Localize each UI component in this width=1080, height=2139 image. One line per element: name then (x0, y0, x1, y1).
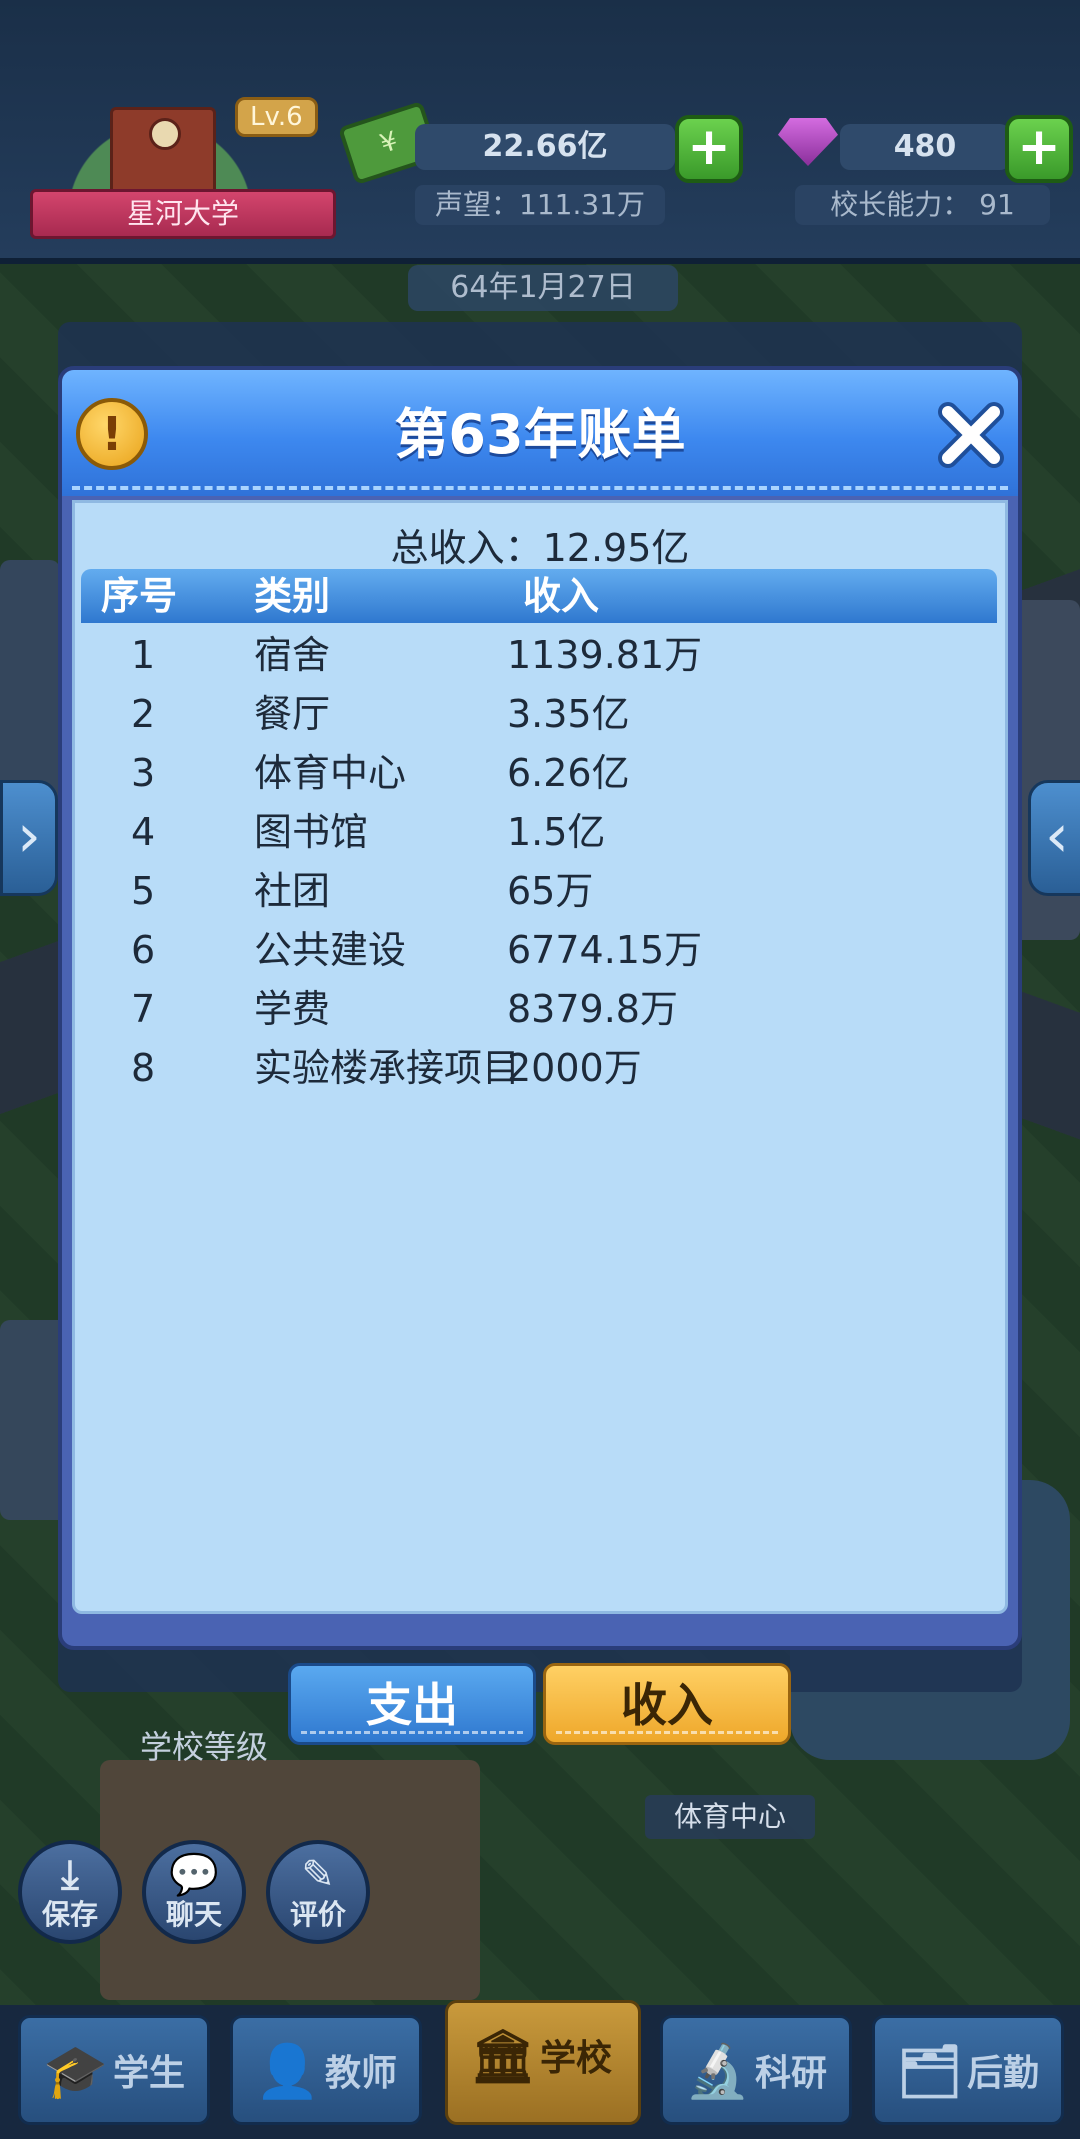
row-income: 6.26亿 (507, 751, 630, 795)
review-button[interactable]: ✎ 评价 (266, 1840, 370, 1944)
gem-icon (778, 118, 838, 166)
table-header: 序号 类别 收入 (81, 569, 997, 623)
income-tab-label: 收入 (621, 1678, 713, 1732)
school-building-icon (110, 107, 216, 193)
row-category: 学费 (254, 987, 331, 1031)
row-income: 8379.8万 (507, 987, 678, 1031)
row-number: 2 (131, 692, 156, 736)
download-icon: ⤓ (61, 1852, 79, 1898)
bill-dialog: ! 第63年账单 总收入：12.95亿 序号 类别 收入 1 宿舍 1139.81万… (58, 366, 1022, 1650)
income-tab-button[interactable]: 收入 (543, 1663, 791, 1745)
logistics-icon: 🗂 (897, 2042, 964, 2102)
row-category: 体育中心 (254, 751, 407, 795)
school-name: 星河大学 (30, 189, 336, 239)
row-category: 实验楼承接项目 (254, 1046, 521, 1090)
money-value: 22.66亿 (415, 124, 675, 170)
table-row: 2 餐厅 3.35亿 (81, 685, 997, 744)
nav-teachers[interactable]: 👤 教师 (230, 2015, 422, 2125)
gem-value: 480 (840, 124, 1010, 170)
table-row: 3 体育中心 6.26亿 (81, 744, 997, 803)
school-grade-button[interactable]: 学校等级 (140, 1725, 300, 1769)
table-row: 8 实验楼承接项目 2000万 (81, 1039, 997, 1098)
table-row: 4 图书馆 1.5亿 (81, 803, 997, 862)
row-number: 8 (131, 1046, 156, 1090)
row-number: 3 (131, 751, 156, 795)
row-number: 7 (131, 987, 156, 1031)
row-income: 3.35亿 (507, 692, 630, 736)
nav-logistics[interactable]: 🗂 后勤 (872, 2015, 1064, 2125)
nav-research[interactable]: 🔬 科研 (660, 2015, 852, 2125)
table-row: 1 宿舍 1139.81万 (81, 626, 997, 685)
row-income: 65万 (507, 869, 594, 913)
school-level: Lv.6 (235, 97, 318, 137)
column-header-income: 收入 (523, 574, 600, 618)
row-category: 餐厅 (254, 692, 331, 736)
nav-school[interactable]: 🏛 学校 (445, 2000, 641, 2125)
chat-bubble-icon: 💬 (169, 1852, 219, 1898)
dialog-header: ! 第63年账单 (62, 370, 1018, 496)
expense-tab-label: 支出 (366, 1678, 458, 1732)
total-income: 总收入：12.95亿 (390, 526, 690, 570)
graduation-cap-icon: 🎓 (43, 2042, 108, 2102)
row-number: 6 (131, 928, 156, 972)
row-category: 公共建设 (254, 928, 407, 972)
row-income: 1.5亿 (507, 810, 606, 854)
save-button[interactable]: ⤓ 保存 (18, 1840, 122, 1944)
nav-students[interactable]: 🎓 学生 (18, 2015, 210, 2125)
table-row: 6 公共建设 6774.15万 (81, 921, 997, 980)
table-row: 7 学费 8379.8万 (81, 980, 997, 1039)
row-income: 1139.81万 (507, 633, 703, 677)
principal-ability-value: 校长能力： 91 (795, 185, 1050, 225)
reputation-value: 声望：111.31万 (415, 185, 665, 225)
row-number: 4 (131, 810, 156, 854)
game-date: 64年1月27日 (408, 265, 678, 311)
scroll-right-arrow[interactable]: ‹ (1028, 780, 1080, 896)
row-income: 6774.15万 (507, 928, 703, 972)
row-income: 2000万 (507, 1046, 642, 1090)
table-row: 5 社团 65万 (81, 862, 997, 921)
resource-bar: Lv.6 星河大学 ¥ 22.66亿 + 480 + 声望：111.31万 校长… (0, 0, 1080, 264)
scroll-left-arrow[interactable]: › (0, 780, 58, 896)
row-category: 社团 (254, 869, 331, 913)
add-money-button[interactable]: + (675, 115, 743, 183)
dialog-title: 第63年账单 (394, 403, 686, 466)
edit-note-icon: ✎ (301, 1852, 335, 1898)
expense-tab-button[interactable]: 支出 (288, 1663, 536, 1745)
column-header-category: 类别 (254, 574, 331, 618)
add-gems-button[interactable]: + (1005, 115, 1073, 183)
school-icon: 🏛 (470, 2027, 537, 2087)
bill-body: 总收入：12.95亿 序号 类别 收入 1 宿舍 1139.81万 2 餐厅 3.35亿 3… (72, 500, 1008, 1614)
chat-button[interactable]: 💬 聊天 (142, 1840, 246, 1944)
map-building-label[interactable]: 体育中心 (645, 1795, 815, 1839)
row-number: 5 (131, 869, 156, 913)
school-badge[interactable]: Lv.6 星河大学 (30, 85, 336, 239)
microscope-icon: 🔬 (685, 2042, 750, 2102)
row-category: 图书馆 (254, 810, 369, 854)
column-header-no: 序号 (101, 574, 178, 618)
close-icon[interactable] (936, 400, 1006, 470)
teacher-icon: 👤 (255, 2042, 320, 2102)
row-category: 宿舍 (254, 633, 331, 677)
row-number: 1 (131, 633, 156, 677)
